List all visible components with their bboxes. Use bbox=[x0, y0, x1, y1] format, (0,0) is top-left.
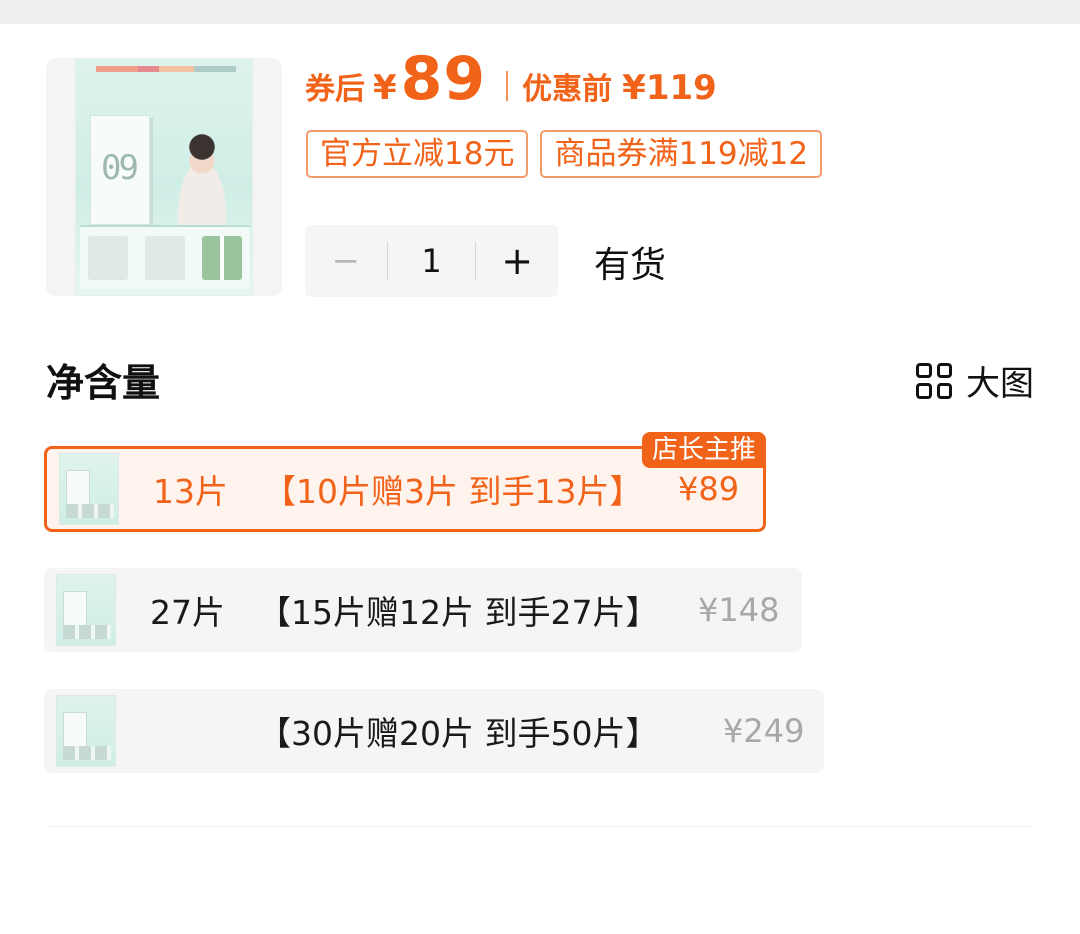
option-description: 【10片赠3片 到手13片】 bbox=[263, 472, 643, 511]
price-after-coupon: 89 bbox=[400, 44, 487, 114]
option-price: ¥89 bbox=[678, 470, 740, 508]
top-divider-strip bbox=[0, 0, 1080, 24]
discount-tag-official: 官方立减18元 bbox=[306, 130, 529, 178]
spec-option[interactable]: 27片 【15片赠12片 到手27片】 ¥148 bbox=[44, 568, 802, 652]
product-thumbnail[interactable]: 09 bbox=[46, 58, 282, 296]
option-count: 27片 bbox=[150, 593, 225, 632]
quantity-stepper: − 1 + bbox=[305, 225, 558, 297]
price-divider bbox=[506, 71, 509, 101]
price-before: ¥119 bbox=[622, 68, 717, 108]
gift-panel bbox=[80, 225, 250, 289]
decrease-quantity-button[interactable]: − bbox=[305, 241, 387, 281]
discount-tag-coupon: 商品券满119减12 bbox=[540, 130, 823, 178]
price-row: 券后 ¥ 89 优惠前 ¥119 bbox=[305, 44, 717, 116]
bottom-divider bbox=[46, 826, 1034, 827]
option-description: 【15片赠12片 到手27片】 bbox=[258, 593, 659, 632]
big-view-toggle[interactable]: 大图 bbox=[916, 356, 1034, 405]
option-description: 【30片赠20片 到手50片】 bbox=[258, 714, 659, 753]
gift-item-graphic bbox=[88, 236, 129, 280]
product-poster-image: 09 bbox=[75, 58, 253, 296]
gift-item-graphic bbox=[201, 236, 242, 280]
discount-tags: 官方立减18元 商品券满119减12 bbox=[306, 130, 823, 178]
increase-quantity-button[interactable]: + bbox=[476, 239, 558, 283]
option-thumbnail bbox=[56, 574, 116, 646]
price-before-label: 优惠前 bbox=[522, 72, 613, 107]
recommended-badge: 店长主推 bbox=[641, 432, 766, 468]
spec-option[interactable]: 13片 【10片赠3片 到手13片】 ¥89 店长主推 bbox=[44, 432, 766, 532]
product-box-graphic: 09 bbox=[90, 115, 150, 225]
quantity-value[interactable]: 1 bbox=[388, 242, 476, 280]
option-thumbnail bbox=[56, 695, 116, 767]
big-view-label: 大图 bbox=[966, 364, 1034, 404]
price-after-coupon-label: 券后 bbox=[305, 72, 365, 107]
model-photo bbox=[162, 125, 242, 225]
option-thumbnail bbox=[59, 453, 119, 525]
option-count: 13片 bbox=[153, 472, 228, 511]
spec-section-title: 净含量 bbox=[46, 361, 161, 405]
spec-option[interactable]: 【30片赠20片 到手50片】 ¥249 bbox=[44, 689, 824, 773]
grid-icon bbox=[916, 362, 952, 399]
option-price: ¥249 bbox=[723, 712, 805, 750]
currency-symbol: ¥ bbox=[373, 68, 397, 108]
option-price: ¥148 bbox=[698, 591, 780, 629]
gift-item-graphic bbox=[144, 236, 185, 280]
stock-status: 有货 bbox=[594, 245, 667, 286]
brand-logo-strip bbox=[96, 66, 236, 72]
